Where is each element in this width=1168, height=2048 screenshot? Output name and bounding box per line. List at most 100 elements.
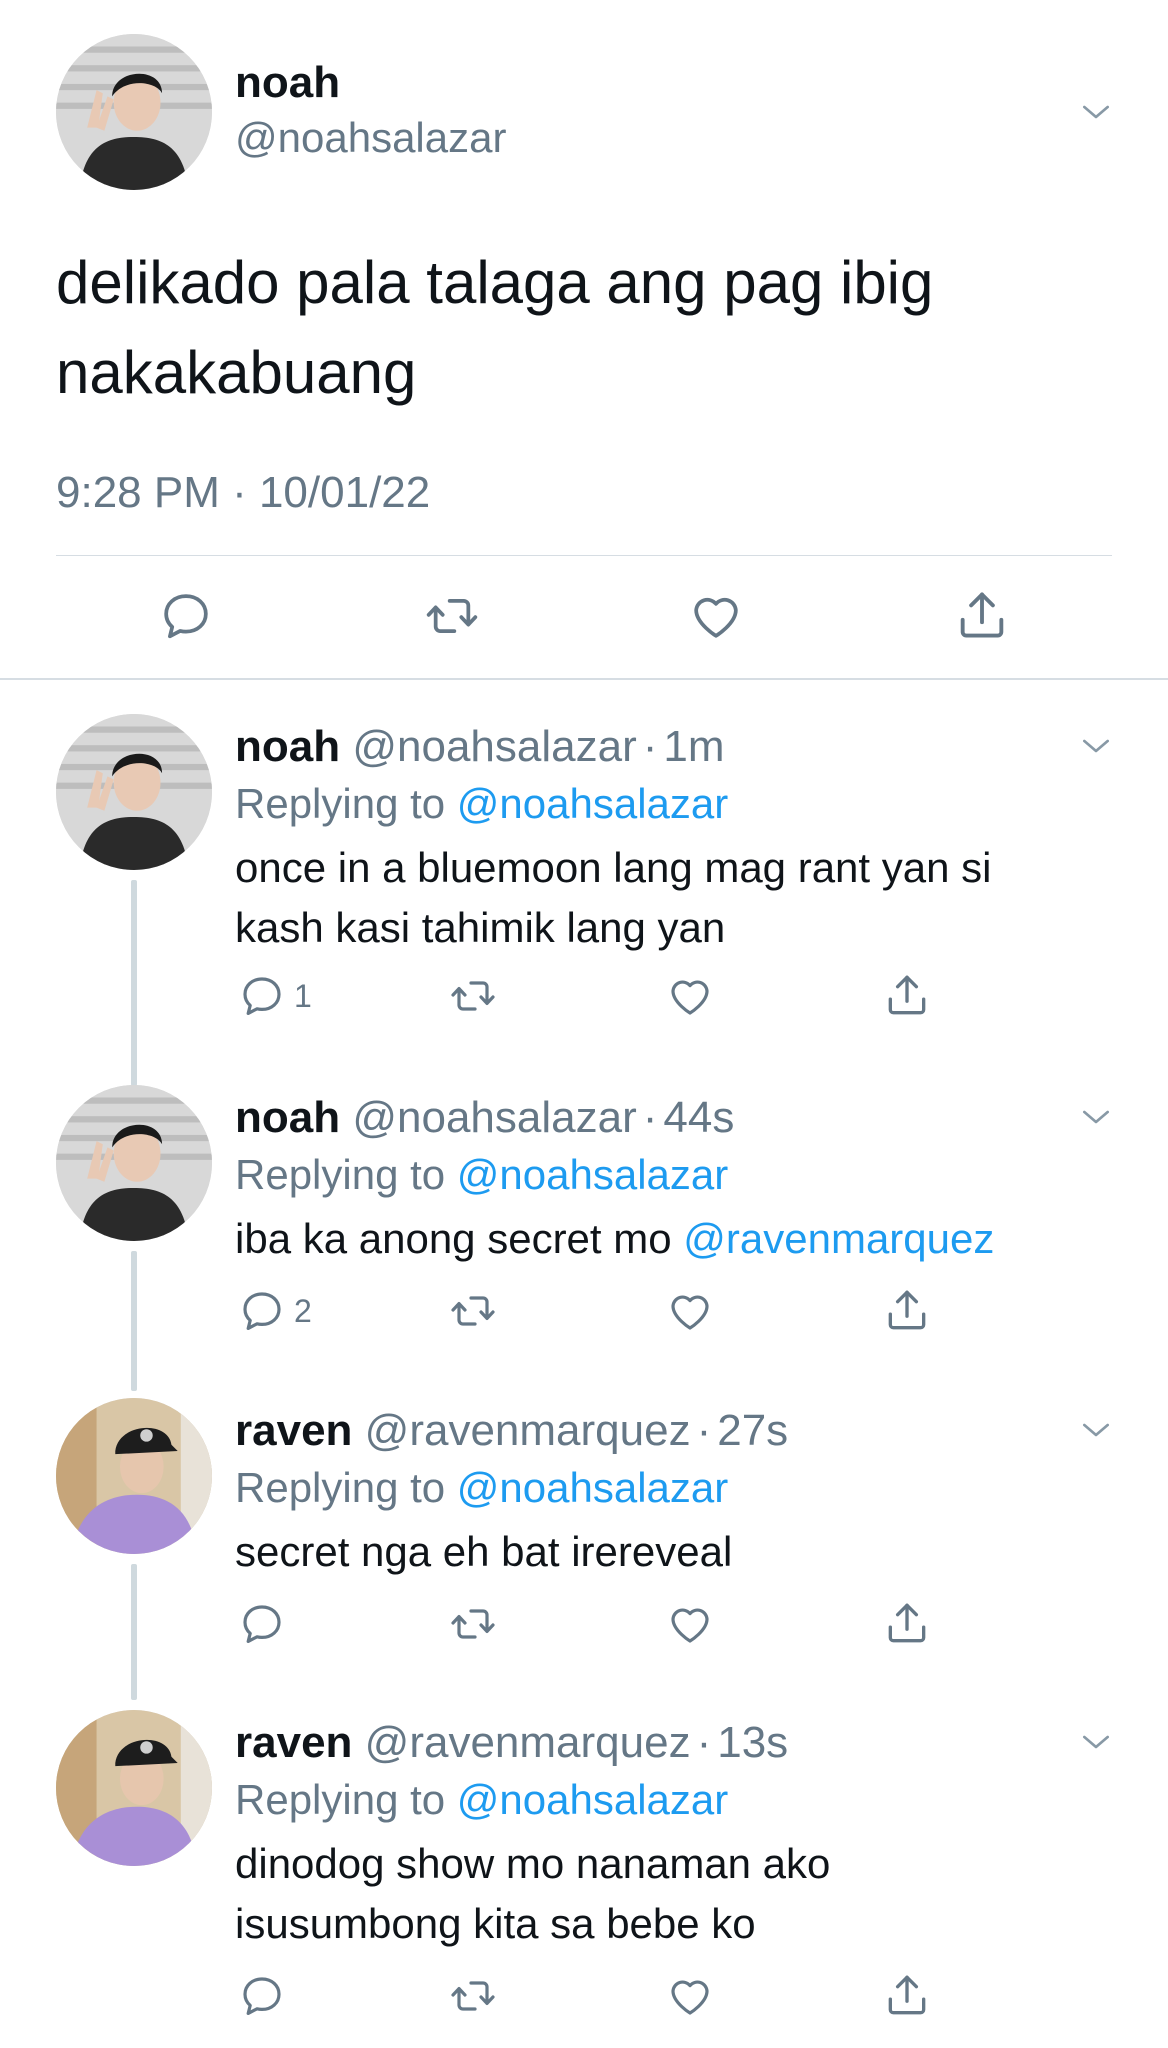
like-icon — [666, 1287, 714, 1335]
reply-tweet[interactable]: raven @ravenmarquez · 13s Replying to @noa… — [0, 1710, 1168, 2048]
display-name[interactable]: raven — [235, 1718, 352, 1767]
replying-label: Replying to — [235, 1776, 446, 1823]
reply-header: noah @noahsalazar · 1m — [235, 722, 725, 772]
share-icon — [953, 586, 1011, 644]
reply-text-line: secret nga eh bat irereveal — [235, 1528, 733, 1575]
separator-dot: · — [642, 722, 658, 771]
retweet-button[interactable] — [422, 588, 482, 644]
share-icon — [882, 970, 932, 1020]
display-name[interactable]: noah — [235, 1093, 340, 1142]
chevron-down-icon[interactable] — [1076, 726, 1116, 766]
tweet-text-line: nakakabuang — [56, 339, 417, 406]
user-handle[interactable]: @ravenmarquez — [365, 1406, 691, 1455]
user-handle[interactable]: @ravenmarquez — [365, 1718, 691, 1767]
reply-count: 1 — [294, 977, 312, 1014]
reply-action-bar: 2 — [0, 1287, 1168, 1347]
replying-label: Replying to — [235, 780, 446, 827]
display-name[interactable]: noah — [235, 722, 340, 771]
retweet-icon — [448, 1972, 498, 2020]
reply-icon — [238, 1287, 286, 1335]
replying-label: Replying to — [235, 1464, 446, 1511]
reply-header: raven @ravenmarquez · 13s — [235, 1718, 788, 1768]
main-tweet: noah @noahsalazar delikado pala talaga a… — [0, 0, 1168, 680]
replying-to: Replying to @noahsalazar — [235, 1776, 728, 1824]
reply-icon — [238, 1600, 286, 1648]
separator-dot: · — [696, 1718, 712, 1767]
tweet-text-line: delikado pala talaga ang pag ibig — [56, 249, 934, 316]
avatar[interactable] — [56, 1085, 212, 1241]
avatar[interactable] — [56, 1398, 212, 1554]
mention-link[interactable]: @noahsalazar — [457, 1776, 728, 1823]
retweet-button[interactable] — [448, 972, 498, 1020]
reply-text-line: iba ka anong secret mo — [235, 1215, 684, 1262]
avatar[interactable] — [56, 1710, 212, 1866]
reply-time[interactable]: 44s — [663, 1093, 734, 1142]
share-button[interactable] — [882, 970, 932, 1020]
reply-tweet[interactable]: noah @noahsalazar · 44s Replying to @noahs… — [0, 1085, 1168, 1395]
avatar[interactable] — [56, 34, 212, 190]
share-icon — [882, 1970, 932, 2020]
tweet-timestamp[interactable]: 9:28 PM · 10/01/22 — [56, 468, 430, 518]
reply-action-bar — [0, 1972, 1168, 2032]
mention-link[interactable]: @ravenmarquez — [683, 1215, 994, 1262]
reply-button[interactable]: 2 — [238, 1287, 312, 1335]
chevron-down-icon[interactable] — [1076, 1410, 1116, 1450]
retweet-icon — [448, 1600, 498, 1648]
reply-tweet[interactable]: raven @ravenmarquez · 27s Replying to @noa… — [0, 1398, 1168, 1708]
reply-text-line: isusumbong kita sa bebe ko — [235, 1900, 756, 1947]
mention-link[interactable]: @noahsalazar — [457, 1464, 728, 1511]
retweet-button[interactable] — [448, 1287, 498, 1335]
display-name[interactable]: raven — [235, 1406, 352, 1455]
reply-tweet[interactable]: noah @noahsalazar · 1m Replying to @noahsa… — [0, 714, 1168, 1086]
user-handle[interactable]: @noahsalazar — [352, 1093, 636, 1142]
avatar[interactable] — [56, 714, 212, 870]
share-button[interactable] — [953, 586, 1011, 644]
chevron-down-icon[interactable] — [1076, 1097, 1116, 1137]
like-icon — [666, 972, 714, 1020]
mention-link[interactable]: @noahsalazar — [457, 780, 728, 827]
chevron-down-icon[interactable] — [1076, 92, 1116, 132]
reply-text-line: dinodog show mo nanaman ako — [235, 1840, 831, 1887]
like-button[interactable] — [666, 972, 714, 1020]
reply-time[interactable]: 27s — [717, 1406, 788, 1455]
like-button[interactable] — [688, 588, 744, 644]
divider — [56, 555, 1112, 556]
like-button[interactable] — [666, 1600, 714, 1648]
separator-dot: · — [696, 1406, 712, 1455]
reply-icon — [238, 1972, 286, 2020]
reply-icon — [158, 588, 214, 644]
share-button[interactable] — [882, 1970, 932, 2020]
like-button[interactable] — [666, 1972, 714, 2020]
share-icon — [882, 1598, 932, 1648]
reply-button[interactable]: 1 — [238, 972, 312, 1020]
retweet-icon — [448, 972, 498, 1020]
separator-dot: · — [642, 1093, 658, 1142]
retweet-button[interactable] — [448, 1600, 498, 1648]
reply-button[interactable] — [238, 1600, 286, 1648]
retweet-icon — [422, 588, 482, 644]
reply-button[interactable] — [158, 588, 214, 644]
like-button[interactable] — [666, 1287, 714, 1335]
share-button[interactable] — [882, 1598, 932, 1648]
reply-header: noah @noahsalazar · 44s — [235, 1093, 734, 1143]
chevron-down-icon[interactable] — [1076, 1722, 1116, 1762]
display-name[interactable]: noah — [235, 58, 340, 108]
retweet-button[interactable] — [448, 1972, 498, 2020]
reply-text: iba ka anong secret mo @ravenmarquez — [235, 1209, 1135, 1269]
share-icon — [882, 1285, 932, 1335]
reply-count: 2 — [294, 1292, 312, 1329]
divider — [0, 678, 1168, 680]
user-handle[interactable]: @noahsalazar — [352, 722, 636, 771]
replying-to: Replying to @noahsalazar — [235, 1151, 728, 1199]
tweet-text: delikado pala talaga ang pag ibig nakaka… — [56, 238, 1116, 418]
reply-text-line: once in a bluemoon lang mag rant yan si — [235, 844, 992, 891]
mention-link[interactable]: @noahsalazar — [457, 1151, 728, 1198]
reply-time[interactable]: 1m — [663, 722, 724, 771]
reply-header: raven @ravenmarquez · 27s — [235, 1406, 788, 1456]
reply-text: once in a bluemoon lang mag rant yan si … — [235, 838, 1095, 958]
user-handle[interactable]: @noahsalazar — [235, 114, 506, 162]
share-button[interactable] — [882, 1285, 932, 1335]
reply-action-bar — [0, 1600, 1168, 1660]
reply-time[interactable]: 13s — [717, 1718, 788, 1767]
reply-button[interactable] — [238, 1972, 286, 2020]
